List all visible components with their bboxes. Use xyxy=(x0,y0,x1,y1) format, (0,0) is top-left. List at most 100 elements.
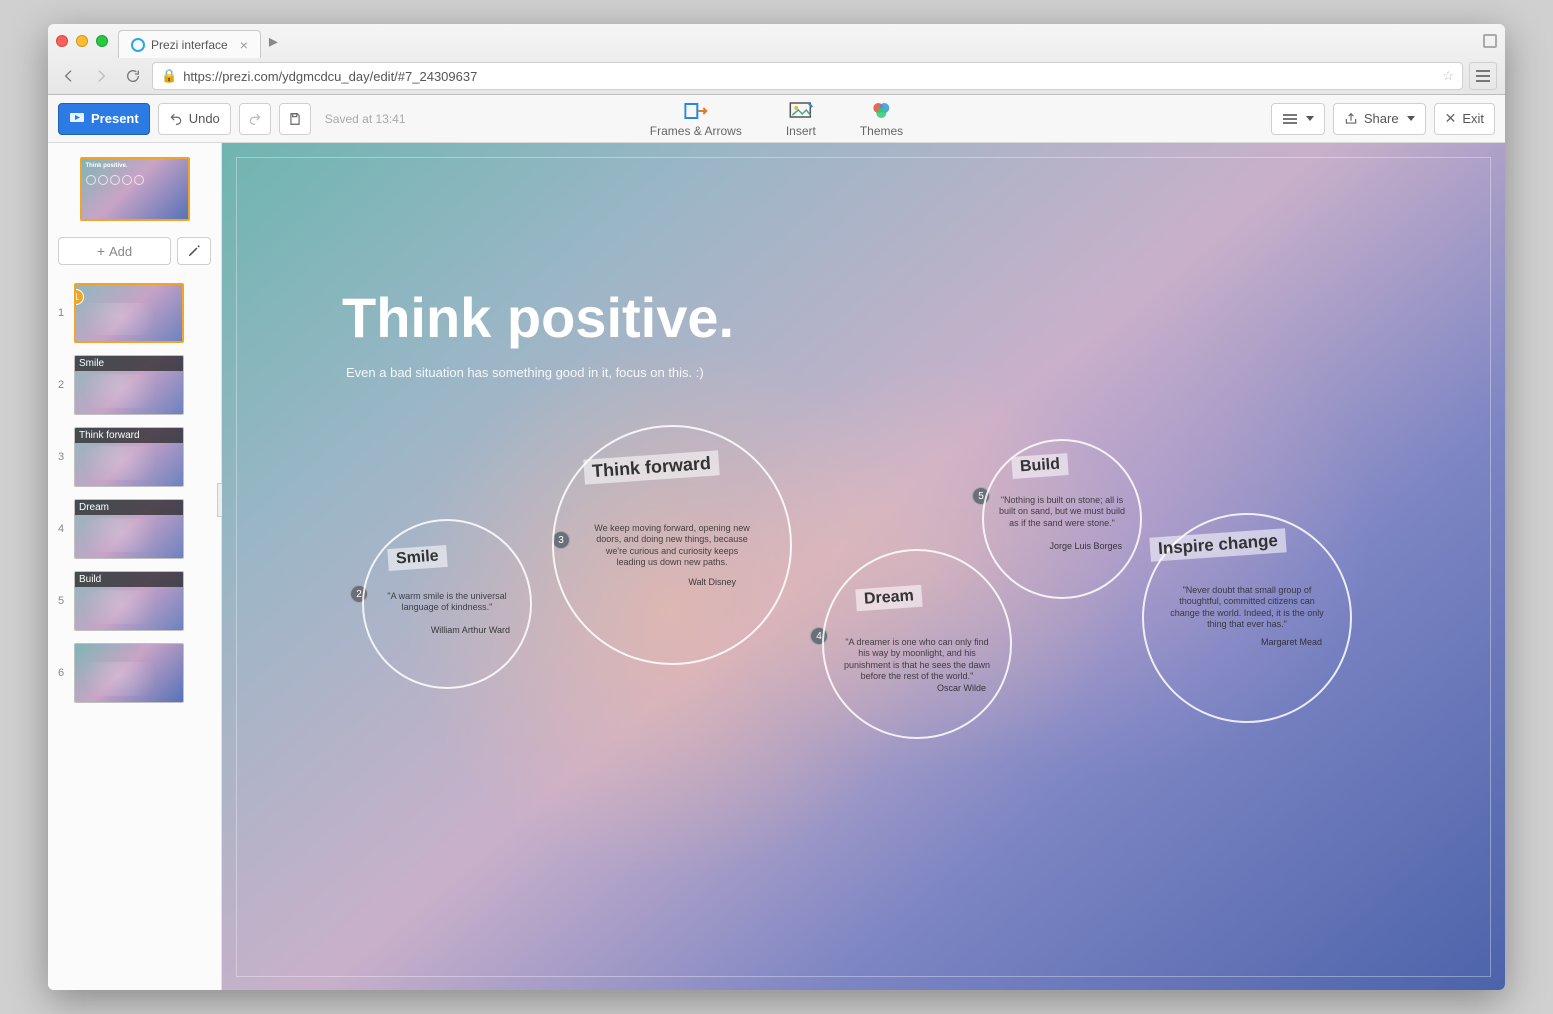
add-path-button[interactable]: + Add xyxy=(58,237,171,265)
step-number: 5 xyxy=(54,595,68,607)
back-button[interactable] xyxy=(56,63,82,89)
lock-icon: 🔒 xyxy=(161,68,177,84)
insert-button[interactable]: Insert xyxy=(786,100,816,138)
menu-lines-icon xyxy=(1282,113,1298,125)
bubble-label: Build xyxy=(1011,453,1068,479)
path-step[interactable]: 2 Smile xyxy=(54,355,215,415)
share-button[interactable]: Share xyxy=(1333,103,1426,135)
step-number: 3 xyxy=(54,451,68,463)
chevron-down-icon xyxy=(1306,116,1314,121)
save-status: Saved at 13:41 xyxy=(325,112,406,126)
present-icon xyxy=(69,112,85,126)
editor-canvas[interactable]: Think positive. Even a bad situation has… xyxy=(222,143,1505,990)
pencil-icon xyxy=(187,244,201,258)
insert-icon xyxy=(789,100,813,122)
window-controls xyxy=(56,35,108,47)
save-icon xyxy=(288,112,302,126)
exit-button[interactable]: ✕ Exit xyxy=(1434,103,1495,135)
browser-window: Prezi interface × ▸ 🔒 https://prezi.com/… xyxy=(48,24,1505,990)
frames-label: Frames & Arrows xyxy=(650,124,742,138)
bookmark-star-icon[interactable]: ☆ xyxy=(1442,68,1454,84)
path-thumbnail[interactable]: Dream xyxy=(74,499,184,559)
zoom-window-icon[interactable] xyxy=(96,35,108,47)
frames-icon xyxy=(684,100,708,122)
bubble-author: Walt Disney xyxy=(688,577,736,587)
path-thumbnail[interactable] xyxy=(74,643,184,703)
subtitle-text[interactable]: Even a bad situation has something good … xyxy=(346,365,704,380)
save-button[interactable] xyxy=(279,103,311,135)
bubble-quote: "Nothing is built on stone; all is built… xyxy=(998,495,1126,529)
thumb-label: Build xyxy=(75,572,183,587)
bubble-inspire-change[interactable]: Inspire change "Never doubt that small g… xyxy=(1142,513,1352,723)
undo-label: Undo xyxy=(189,111,220,126)
insert-label: Insert xyxy=(786,124,816,138)
app-toolbar: Present Undo Saved at 13:41 Frames & Arr… xyxy=(48,95,1505,143)
path-step[interactable]: 6 xyxy=(54,643,215,703)
close-tab-icon[interactable]: × xyxy=(240,37,248,53)
exit-label: Exit xyxy=(1462,111,1484,126)
share-icon xyxy=(1344,112,1358,126)
redo-button[interactable] xyxy=(239,103,271,135)
path-step[interactable]: 5 Build xyxy=(54,571,215,631)
path-thumbnail[interactable]: 1 xyxy=(74,283,184,343)
path-step[interactable]: 3 Think forward xyxy=(54,427,215,487)
bubble-think-forward[interactable]: Think forward We keep moving forward, op… xyxy=(552,425,792,665)
bubble-quote: We keep moving forward, opening new door… xyxy=(594,523,750,568)
close-window-icon[interactable] xyxy=(56,35,68,47)
bubble-author: William Arthur Ward xyxy=(431,625,510,635)
plus-icon: + xyxy=(97,243,105,259)
browser-chrome: Prezi interface × ▸ 🔒 https://prezi.com/… xyxy=(48,24,1505,95)
url-text: https://prezi.com/ydgmcdcu_day/edit/#7_2… xyxy=(183,69,477,84)
chevron-down-icon xyxy=(1407,116,1415,121)
tab-title: Prezi interface xyxy=(151,38,228,52)
edit-path-button[interactable] xyxy=(177,237,211,265)
bubble-label: Dream xyxy=(855,585,922,612)
close-icon: ✕ xyxy=(1445,110,1457,127)
bubble-author: Jorge Luis Borges xyxy=(1049,541,1122,551)
step-number: 6 xyxy=(54,667,68,679)
path-thumbnail[interactable]: Smile xyxy=(74,355,184,415)
present-label: Present xyxy=(91,111,139,126)
bubble-author: Oscar Wilde xyxy=(937,683,986,693)
frames-arrows-button[interactable]: Frames & Arrows xyxy=(650,100,742,138)
undo-button[interactable]: Undo xyxy=(158,103,231,135)
path-step[interactable]: 1 1 xyxy=(54,283,215,343)
bubble-quote: "A dreamer is one who can only find his … xyxy=(842,637,992,682)
bubble-smile[interactable]: Smile "A warm smile is the universal lan… xyxy=(362,519,532,689)
path-list: 1 1 2 Smile 3 Think forward 4 Dream xyxy=(48,277,221,709)
themes-icon xyxy=(870,100,894,122)
thumb-label: Dream xyxy=(75,500,183,515)
themes-label: Themes xyxy=(860,124,903,138)
title-text: Think positive. xyxy=(342,285,734,350)
reload-button[interactable] xyxy=(120,63,146,89)
address-bar[interactable]: 🔒 https://prezi.com/ydgmcdcu_day/edit/#7… xyxy=(152,62,1463,90)
page-title[interactable]: Think positive. xyxy=(342,285,734,350)
themes-button[interactable]: Themes xyxy=(860,100,903,138)
forward-button[interactable] xyxy=(88,63,114,89)
path-thumbnail[interactable]: Build xyxy=(74,571,184,631)
bubble-quote: "A warm smile is the universal language … xyxy=(380,591,514,614)
settings-menu-button[interactable] xyxy=(1271,103,1325,135)
maximize-icon[interactable] xyxy=(1483,34,1497,48)
overview-thumbnail[interactable]: Think positive. xyxy=(80,157,190,221)
share-label: Share xyxy=(1364,111,1399,126)
add-label: Add xyxy=(109,244,132,259)
step-number: 2 xyxy=(54,379,68,391)
redo-icon xyxy=(248,112,262,126)
present-button[interactable]: Present xyxy=(58,103,150,135)
new-tab-button[interactable]: ▸ xyxy=(269,31,278,52)
bubble-label: Smile xyxy=(387,545,447,571)
minimize-window-icon[interactable] xyxy=(76,35,88,47)
bubble-label: Think forward xyxy=(583,450,719,484)
overview-title: Think positive. xyxy=(86,163,184,169)
path-thumbnail[interactable]: Think forward xyxy=(74,427,184,487)
bubble-quote: "Never doubt that small group of thought… xyxy=(1166,585,1328,630)
path-step[interactable]: 4 Dream xyxy=(54,499,215,559)
bubble-build[interactable]: Build "Nothing is built on stone; all is… xyxy=(982,439,1142,599)
step-number: 4 xyxy=(54,523,68,535)
browser-tab[interactable]: Prezi interface × xyxy=(118,30,261,58)
browser-menu-button[interactable] xyxy=(1469,62,1497,90)
step-number: 1 xyxy=(54,307,68,319)
path-sidebar: Think positive. + Add 1 1 xyxy=(48,143,222,990)
bubble-dream[interactable]: Dream "A dreamer is one who can only fin… xyxy=(822,549,1012,739)
